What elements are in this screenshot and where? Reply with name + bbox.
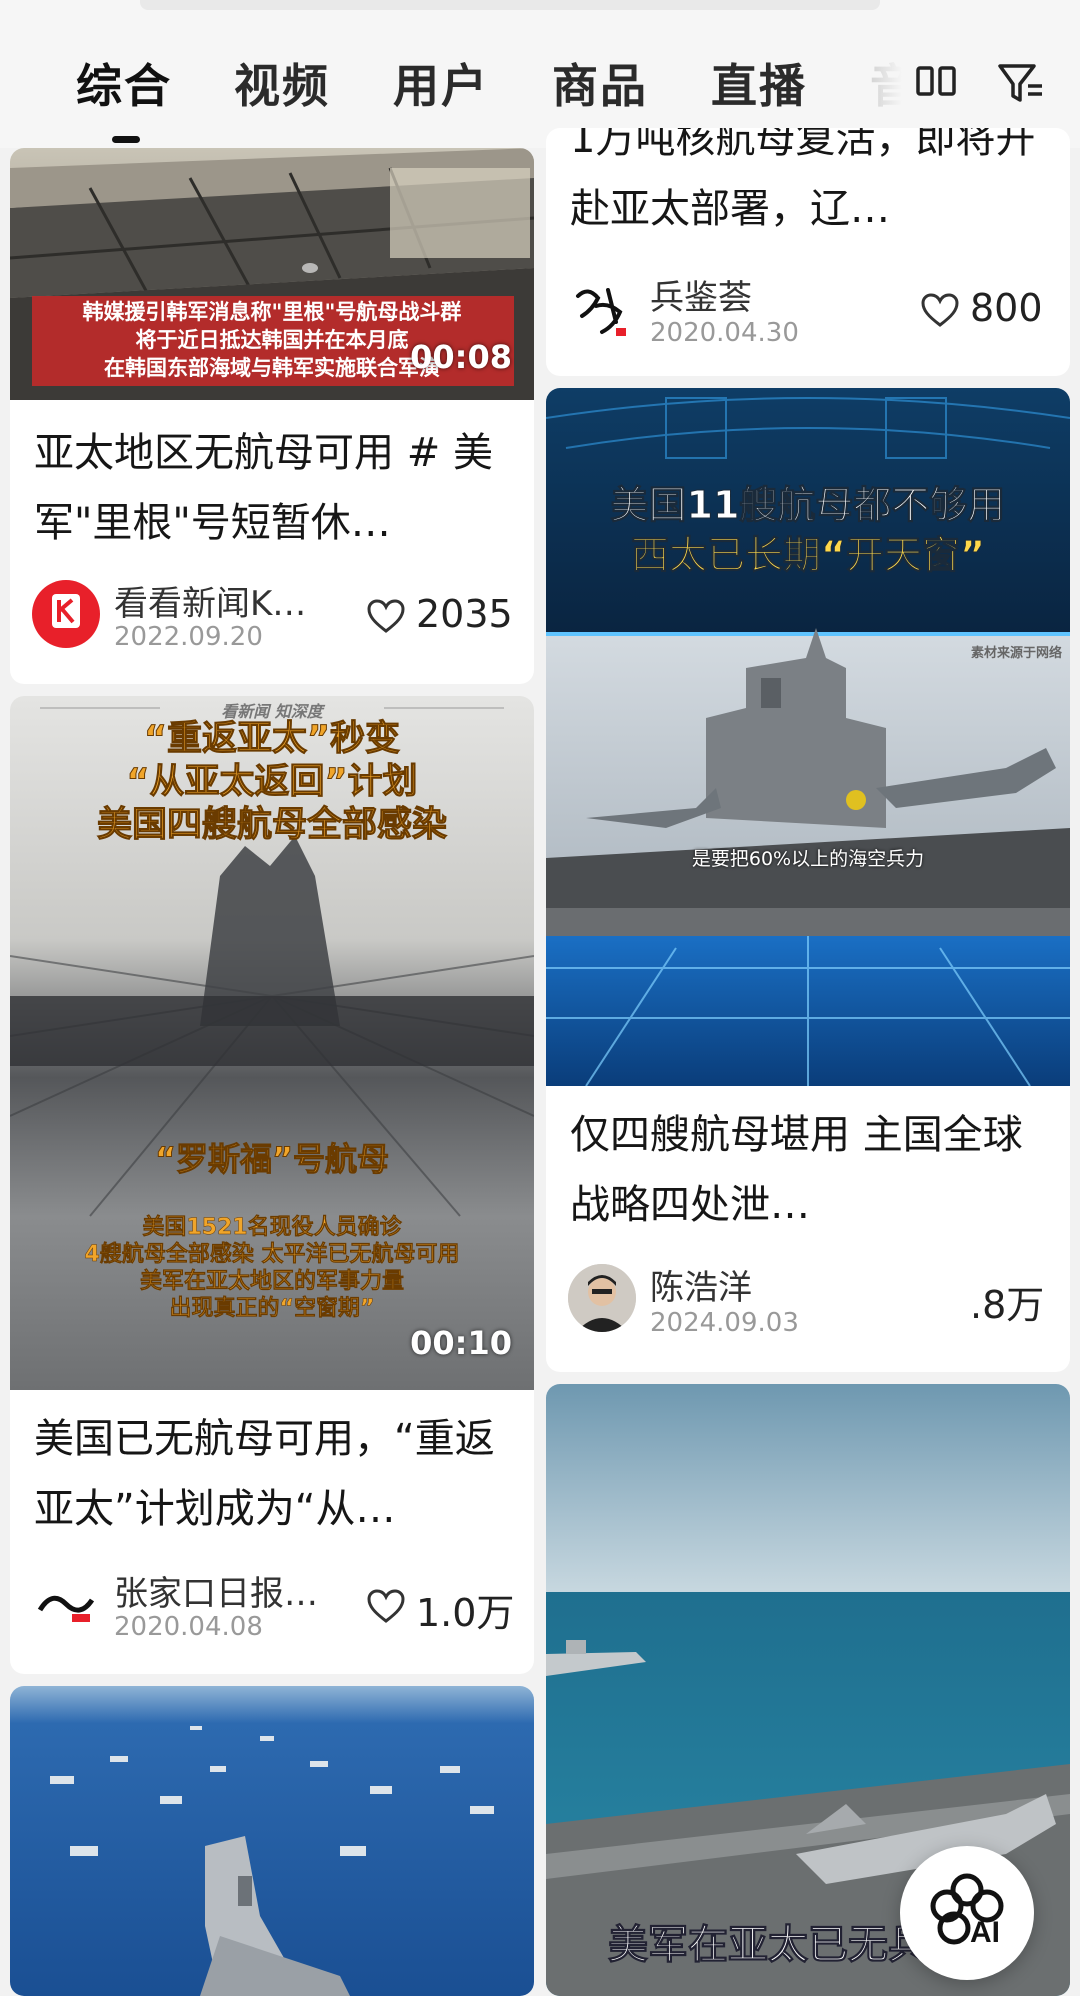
thumbnail-caption-mid: “罗斯福”号航母 (154, 1140, 390, 1179)
tab-comprehensive[interactable]: 综合 (76, 50, 172, 116)
user-photo-icon (568, 1264, 636, 1332)
video-thumbnail[interactable]: 韩媒援引韩军消息称"里根"号航母战斗群 将于近日抵达韩国并在本月底 在韩国东部海… (10, 148, 534, 400)
video-duration: 00:10 (410, 1324, 512, 1362)
post-date: 2020.04.08 (114, 1612, 263, 1642)
post-date: 2024.09.03 (650, 1308, 799, 1338)
video-title: 美国已无航母可用，“重返亚太”计划成为“从… (34, 1416, 495, 1532)
tab-bar: 综合 视频 用户 商品 直播 音 (0, 0, 1080, 148)
search-bar-edge[interactable] (140, 0, 880, 10)
author-name[interactable]: 张家口日报… (114, 1566, 318, 1615)
filter-icon[interactable] (996, 58, 1046, 108)
like-count: .8万 (970, 1283, 1045, 1327)
post-date: 2022.09.20 (114, 622, 263, 652)
ai-label: AI (970, 1916, 1000, 1949)
avatar[interactable] (568, 276, 636, 344)
heart-icon[interactable] (366, 1588, 406, 1624)
avatar[interactable] (568, 1264, 636, 1332)
video-subtitle: 是要把60%以上的海空兵力 (691, 848, 925, 870)
video-card[interactable]: 1万吨核航母复活，即将开赴亚太部署，辽… 兵鉴荟 2020.04.30 800 (546, 128, 1070, 376)
heart-icon[interactable] (920, 292, 960, 328)
thumbnail-caption-bottom: 美国1521名现役人员确诊 4艘航母全部感染 太平洋已无航母可用 美军在亚太地区… (84, 1215, 460, 1322)
tab-users[interactable]: 用户 (393, 50, 489, 116)
source-note: 素材来源于网络 (970, 646, 1062, 661)
ai-assistant-button[interactable]: AI (900, 1846, 1034, 1980)
video-title: 1万吨核航母复活，即将开赴亚太部署，辽… (570, 128, 1036, 232)
tab-products[interactable]: 商品 (552, 50, 648, 116)
thumbnail-caption: 美国11艘航母都不够用 西太已长期“开天窗” (610, 483, 1006, 578)
author-name[interactable]: 陈浩洋 (650, 1260, 752, 1309)
tab-live[interactable]: 直播 (711, 50, 807, 116)
video-duration: 00:08 (410, 338, 512, 376)
video-card[interactable]: 韩媒援引韩军消息称"里根"号航母战斗群 将于近日抵达韩国并在本月底 在韩国东部海… (10, 148, 534, 684)
video-thumbnail[interactable]: 美国11艘航母都不够用 西太已长期“开天窗” 素材来源于网络 是要把60%以上的… (546, 388, 1070, 1086)
tab-fade (860, 40, 920, 130)
post-date: 2020.04.30 (650, 318, 799, 348)
video-title: 亚太地区无航母可用 # 美军"里根"号短暂休… (34, 430, 493, 546)
author-name[interactable]: 兵鉴荟 (650, 270, 752, 319)
newspaper-logo-icon (37, 1595, 95, 1622)
video-title: 仅四艘航母堪用 主国全球战略四处泄… (570, 1112, 1023, 1228)
thumbnail-caption-top: “重返亚太”秒变 “从亚太返回”计划 美国四艘航母全部感染 (96, 719, 447, 846)
layout-grid-icon[interactable] (912, 58, 962, 108)
tab-video[interactable]: 视频 (234, 50, 330, 116)
video-thumbnail[interactable] (10, 1686, 534, 1996)
ai-flower-icon (930, 1873, 1004, 1945)
video-card[interactable]: 看新闻 知深度 “重返亚太”秒变 “从亚太返回”计划 美国四艘航母全部感染 “罗… (10, 696, 534, 1674)
author-name[interactable]: 看看新闻K… (114, 576, 306, 625)
avatar[interactable] (32, 580, 100, 648)
like-count: 1.0万 (416, 1591, 515, 1635)
video-card[interactable]: 美国11艘航母都不够用 西太已长期“开天窗” 素材来源于网络 是要把60%以上的… (546, 388, 1070, 1372)
kankan-logo-icon (52, 594, 80, 628)
avatar[interactable] (32, 1570, 100, 1638)
video-thumbnail[interactable]: 看新闻 知深度 “重返亚太”秒变 “从亚太返回”计划 美国四艘航母全部感染 “罗… (10, 696, 534, 1390)
video-card[interactable] (10, 1686, 534, 1996)
like-count: 2035 (416, 592, 513, 636)
heart-icon[interactable] (366, 598, 406, 634)
calligraphy-logo-icon (576, 288, 626, 336)
like-count: 800 (970, 286, 1043, 330)
active-tab-indicator (112, 136, 140, 143)
